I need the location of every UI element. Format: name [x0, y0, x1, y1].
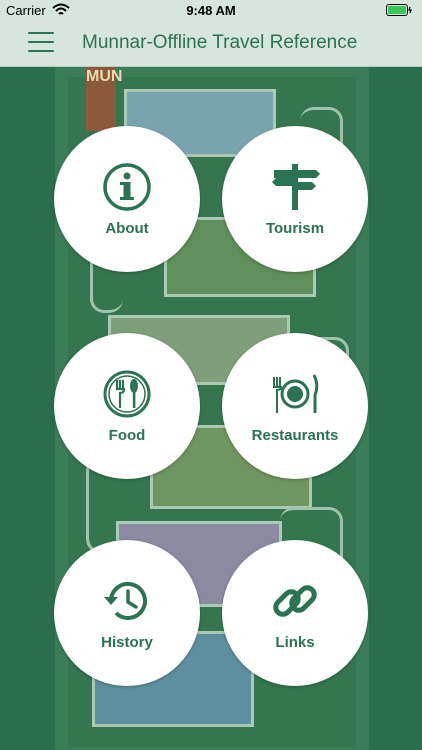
history-label: History [101, 634, 153, 651]
cutlery-icon [103, 370, 151, 418]
about-label: About [105, 220, 149, 237]
munnar-signboard: MUN [86, 67, 122, 131]
about-button[interactable]: About [54, 126, 200, 272]
battery-icon [386, 4, 412, 16]
links-label: Links [275, 634, 315, 651]
info-icon [103, 163, 151, 211]
status-bar: Carrier 9:48 AM [0, 0, 422, 22]
tourism-label: Tourism [265, 220, 325, 237]
restaurants-button[interactable]: Restaurants [222, 333, 368, 479]
signpost-icon [272, 164, 320, 210]
history-button[interactable]: History [54, 540, 200, 686]
plate-icon [273, 374, 319, 413]
history-icon [104, 581, 147, 620]
tourism-button[interactable]: Tourism [222, 126, 368, 272]
link-icon [273, 585, 317, 617]
food-label: Food [108, 427, 146, 444]
links-button[interactable]: Links [222, 540, 368, 686]
clock: 9:48 AM [186, 3, 236, 18]
page-title: Munnar-Offline Travel Reference [82, 32, 358, 53]
restaurants-label: Restaurants [251, 427, 339, 444]
navigation-bar: Munnar-Offline Travel Reference [0, 22, 422, 67]
food-button[interactable]: Food [54, 333, 200, 479]
hamburger-menu-icon[interactable] [28, 32, 54, 54]
